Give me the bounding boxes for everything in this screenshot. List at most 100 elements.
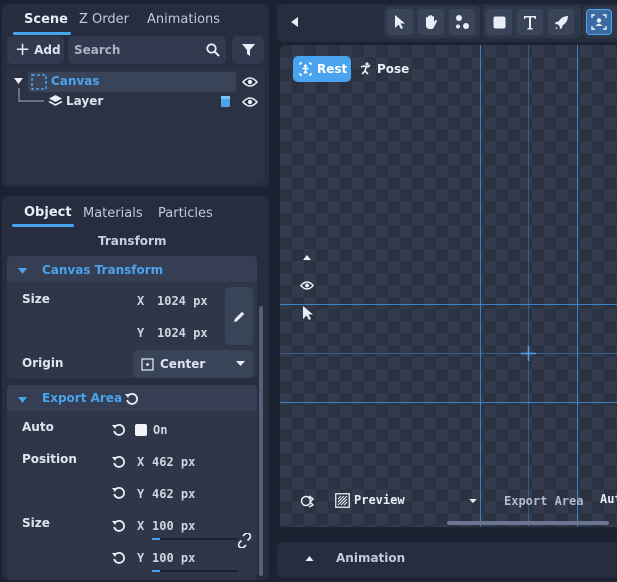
filter-icon — [241, 43, 255, 56]
select-tool-button[interactable] — [387, 9, 413, 35]
size-x-slider[interactable] — [152, 538, 238, 540]
onion-skin-icon[interactable] — [300, 494, 315, 509]
plus-icon: + — [15, 39, 31, 60]
origin-center-icon — [141, 357, 154, 371]
particle-tool-button[interactable] — [548, 9, 574, 35]
viewport[interactable]: Rest Pose Preview Export Area Aut — [280, 45, 617, 527]
visibility-eye-icon[interactable] — [242, 76, 258, 88]
tab-z-order[interactable]: Z Order — [79, 12, 129, 27]
rest-button[interactable]: Rest — [293, 56, 351, 82]
layer-stack-icon[interactable] — [220, 95, 231, 108]
pose-figure-icon — [360, 62, 371, 75]
auto-checkbox[interactable] — [135, 424, 147, 436]
height-value[interactable]: 1024 px — [157, 326, 208, 340]
visibility-eye-icon[interactable] — [300, 280, 314, 291]
auto-truncated-label[interactable]: Aut — [600, 492, 617, 506]
tab-particles[interactable]: Particles — [158, 206, 213, 221]
tree-label-canvas: Canvas — [51, 74, 100, 88]
search-placeholder: Search — [74, 43, 121, 57]
tree-connector — [18, 88, 44, 102]
tab-object[interactable]: Object — [24, 205, 72, 220]
inspector-scrollbar[interactable] — [259, 306, 263, 576]
pose-button[interactable]: Pose — [355, 56, 413, 82]
pencil-icon — [233, 311, 244, 322]
reset-icon[interactable] — [112, 423, 126, 437]
tab-scene[interactable]: Scene — [24, 12, 68, 27]
focus-view-button[interactable] — [586, 9, 612, 35]
viewport-horizontal-scrollbar[interactable] — [447, 521, 609, 525]
auto-value: On — [153, 423, 168, 437]
bone-tool-button[interactable] — [449, 9, 475, 35]
reset-icon[interactable] — [112, 455, 126, 469]
guide-line-horizontal — [280, 353, 617, 354]
axis-y-label: Y — [137, 326, 145, 340]
animation-label: Animation — [336, 551, 406, 565]
preview-checker-icon — [335, 493, 350, 508]
search-icon — [206, 43, 220, 57]
chevron-down-icon — [236, 361, 245, 366]
axis-x-label: X — [137, 455, 145, 469]
size-x-value[interactable]: 100 px — [152, 519, 195, 533]
link-chain-icon[interactable] — [237, 533, 252, 548]
add-button[interactable]: + Add — [7, 36, 64, 64]
tab-animations[interactable]: Animations — [147, 12, 220, 27]
hand-icon — [426, 15, 437, 30]
export-area-group — [7, 385, 257, 580]
crosshair-icon — [521, 346, 536, 361]
preview-label[interactable]: Preview — [354, 493, 405, 507]
guide-line-horizontal — [280, 402, 617, 403]
collapse-left-icon[interactable] — [291, 17, 298, 27]
text-tool-button[interactable] — [517, 9, 543, 35]
filter-button[interactable] — [232, 36, 264, 64]
bone-joint-icon — [456, 15, 469, 29]
axis-y-label: Y — [137, 551, 145, 565]
size-label: Size — [22, 292, 50, 306]
layer-icon — [48, 95, 63, 106]
square-icon — [493, 16, 505, 28]
origin-dropdown[interactable]: Center — [133, 350, 253, 378]
auto-label: Auto — [22, 420, 54, 434]
inspector-panel: Object Materials Particles Transform Can… — [2, 196, 269, 580]
collapse-arrow-icon[interactable] — [18, 268, 27, 274]
shape-tool-button[interactable] — [486, 9, 512, 35]
caret-up-icon[interactable] — [303, 254, 311, 260]
origin-value: Center — [160, 357, 206, 371]
pan-tool-button[interactable] — [418, 9, 444, 35]
rest-label: Rest — [317, 62, 348, 76]
reset-icon[interactable] — [112, 551, 126, 565]
guide-line-horizontal — [280, 304, 617, 305]
origin-label: Origin — [22, 356, 64, 370]
reset-icon[interactable] — [112, 519, 126, 533]
reset-icon[interactable] — [112, 486, 126, 500]
position-x-value[interactable]: 462 px — [152, 455, 195, 469]
size-y-slider[interactable] — [152, 570, 238, 572]
guide-line-vertical — [528, 45, 529, 527]
tree-label-layer: Layer — [66, 94, 104, 108]
search-input[interactable]: Search — [68, 36, 226, 64]
size-y-value[interactable]: 100 px — [152, 551, 195, 565]
guide-line-vertical — [480, 45, 481, 527]
position-y-value[interactable]: 462 px — [152, 487, 195, 501]
visibility-eye-icon[interactable] — [242, 96, 258, 108]
position-label: Position — [22, 452, 77, 466]
cursor-arrow-icon — [303, 306, 313, 320]
rest-figure-icon — [299, 62, 312, 76]
cursor-arrow-icon — [395, 15, 405, 29]
scene-panel: Scene Z Order Animations + Add Search Ca… — [2, 4, 269, 187]
export-area-viewport-label[interactable]: Export Area — [504, 494, 583, 508]
tab-scene-indicator — [13, 32, 71, 35]
chevron-down-icon[interactable] — [469, 499, 477, 504]
edit-size-button[interactable] — [225, 287, 253, 345]
tab-materials[interactable]: Materials — [83, 206, 143, 221]
reset-icon[interactable] — [125, 392, 139, 406]
axis-x-label: X — [137, 294, 145, 308]
expand-arrow-icon[interactable] — [14, 78, 23, 85]
export-area-title: Export Area — [42, 391, 123, 405]
add-label: Add — [34, 43, 61, 57]
axis-y-label: Y — [137, 487, 145, 501]
animation-bar[interactable] — [277, 542, 617, 578]
caret-up-icon[interactable] — [305, 555, 314, 561]
width-value[interactable]: 1024 px — [157, 294, 208, 308]
focus-frame-icon — [591, 14, 607, 30]
collapse-arrow-icon[interactable] — [18, 397, 27, 403]
